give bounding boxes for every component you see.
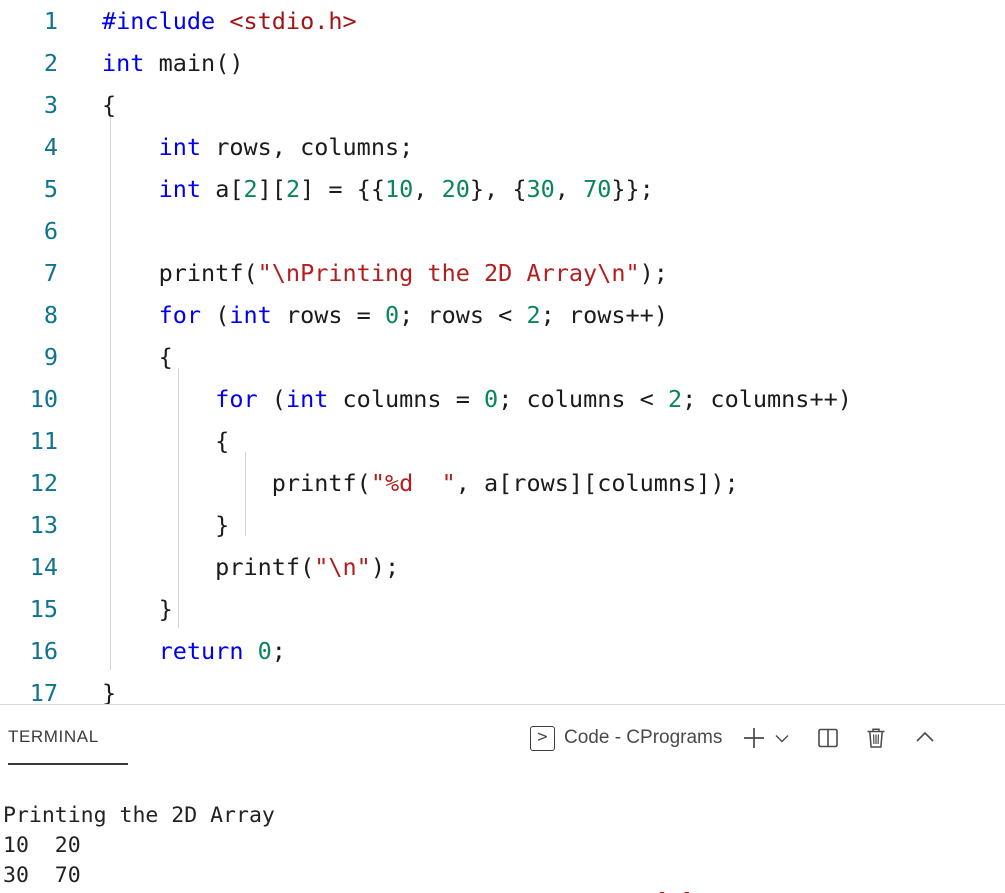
trash-icon[interactable] <box>863 725 889 751</box>
code-line-1[interactable]: 1 #include <stdio.h> <box>0 0 1005 42</box>
terminal-output-line: 10 20 <box>3 833 81 858</box>
terminal-name-label[interactable]: Code - CPrograms <box>564 727 722 749</box>
code-line-7[interactable]: 7 printf("\nPrinting the 2D Array\n"); <box>0 252 1005 294</box>
line-number: 2 <box>43 49 58 77</box>
code-line-9[interactable]: 9 { <box>0 336 1005 378</box>
line-number: 4 <box>43 133 58 161</box>
tab-terminal-active-indicator <box>8 763 128 765</box>
code-line-3[interactable]: 3 { <box>0 84 1005 126</box>
terminal-output[interactable]: Printing the 2D Array 10 20 30 70 tutori… <box>0 767 1005 893</box>
code-line-5[interactable]: 5 int a[2][2] = {{10, 20}, {30, 70}}; <box>0 168 1005 210</box>
code-text: #include <stdio.h> <box>102 7 357 35</box>
code-line-16[interactable]: 16 return 0; <box>0 630 1005 672</box>
code-text: for (int rows = 0; rows < 2; rows++) <box>158 301 668 329</box>
line-number: 12 <box>29 469 58 497</box>
code-text: int a[2][2] = {{10, 20}, {30, 70}}; <box>158 175 654 203</box>
terminal-panel-toolbar: TERMINAL > Code - CPrograms <box>0 705 1005 767</box>
line-number: 17 <box>29 679 58 704</box>
line-number: 14 <box>29 553 58 581</box>
line-number: 7 <box>43 259 58 287</box>
code-line-10[interactable]: 10 for (int columns = 0; columns < 2; co… <box>0 378 1005 420</box>
code-text: { <box>102 427 230 455</box>
code-text: printf("%d ", a[rows][columns]); <box>102 469 739 497</box>
line-number: 6 <box>43 217 58 245</box>
code-line-11[interactable]: 11 { <box>0 420 1005 462</box>
code-line-13[interactable]: 13 } <box>0 504 1005 546</box>
code-line-17[interactable]: 17 } <box>0 672 1005 704</box>
line-number: 13 <box>29 511 58 539</box>
line-number: 10 <box>29 385 58 413</box>
terminal-output-line: Printing the 2D Array <box>3 803 275 828</box>
code-line-2[interactable]: 2 int main() <box>0 42 1005 84</box>
code-line-14[interactable]: 14 printf("\n"); <box>0 546 1005 588</box>
site-watermark: tutorialgateway.org <box>588 888 862 893</box>
code-text: printf("\nPrinting the 2D Array\n"); <box>102 259 668 287</box>
line-number: 9 <box>43 343 58 371</box>
chevron-down-icon[interactable] <box>771 727 793 749</box>
code-line-15[interactable]: 15 } <box>0 588 1005 630</box>
line-number: 16 <box>29 637 58 665</box>
code-editor[interactable]: 1 #include <stdio.h> 2 int main() 3 { 4 … <box>0 0 1005 704</box>
code-line-12[interactable]: 12 printf("%d ", a[rows][columns]); <box>0 462 1005 504</box>
tab-terminal[interactable]: TERMINAL <box>8 727 99 747</box>
code-line-4[interactable]: 4 int rows, columns; <box>0 126 1005 168</box>
line-number: 11 <box>29 427 58 455</box>
terminal-panel: TERMINAL > Code - CPrograms Printing the… <box>0 705 1005 893</box>
terminal-chevron-icon: > <box>530 725 555 751</box>
split-panel-icon[interactable] <box>815 725 841 751</box>
code-text: printf("\n"); <box>102 553 400 581</box>
code-text: } <box>102 595 173 623</box>
code-text: } <box>102 679 117 704</box>
code-line-8[interactable]: 8 for (int rows = 0; rows < 2; rows++) <box>0 294 1005 336</box>
terminal-output-line: 30 70 <box>3 863 81 888</box>
code-line-6[interactable]: 6 <box>0 210 1005 252</box>
code-text: int main() <box>102 49 244 77</box>
add-terminal-button[interactable] <box>741 725 767 751</box>
code-text: int rows, columns; <box>158 133 414 161</box>
code-text: } <box>102 511 230 539</box>
terminal-toolbar-actions: > Code - CPrograms <box>530 721 937 755</box>
line-number: 3 <box>43 91 58 119</box>
line-number: 8 <box>43 301 58 329</box>
code-text: return 0; <box>158 637 286 665</box>
line-number: 1 <box>43 7 58 35</box>
code-text: for (int columns = 0; columns < 2; colum… <box>215 385 852 413</box>
line-number: 15 <box>29 595 58 623</box>
code-text: { <box>102 91 117 119</box>
chevron-up-icon[interactable] <box>913 726 937 750</box>
line-number: 5 <box>43 175 58 203</box>
code-text: { <box>102 343 173 371</box>
